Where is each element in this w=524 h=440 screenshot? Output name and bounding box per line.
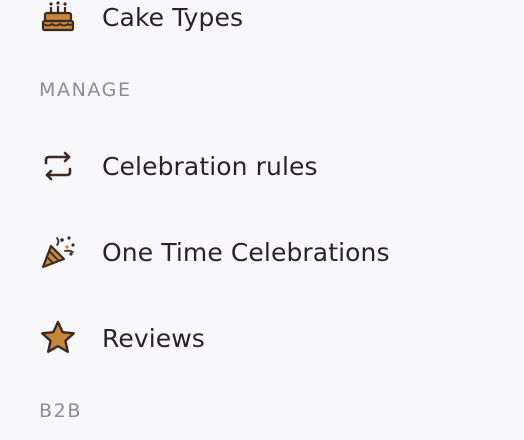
sidebar-item-label: Reviews [102, 323, 205, 353]
section-heading-b2b: B2B [39, 400, 82, 422]
sidebar-item-cake-types[interactable]: Cake Types [0, 0, 524, 43]
sidebar-item-reviews[interactable]: Reviews [0, 312, 524, 364]
party-popper-icon [38, 232, 78, 272]
cake-icon [38, 0, 78, 37]
sidebar-item-one-time-celebrations[interactable]: One Time Celebrations [0, 226, 524, 278]
sidebar-item-celebration-rules[interactable]: Celebration rules [0, 140, 524, 192]
sidebar-item-label: Celebration rules [102, 151, 318, 181]
star-icon [38, 318, 78, 358]
section-heading-manage: MANAGE [39, 79, 132, 101]
sidebar-item-label: Cake Types [102, 2, 244, 32]
repeat-icon [38, 146, 78, 186]
sidebar-item-label: One Time Celebrations [102, 237, 390, 267]
